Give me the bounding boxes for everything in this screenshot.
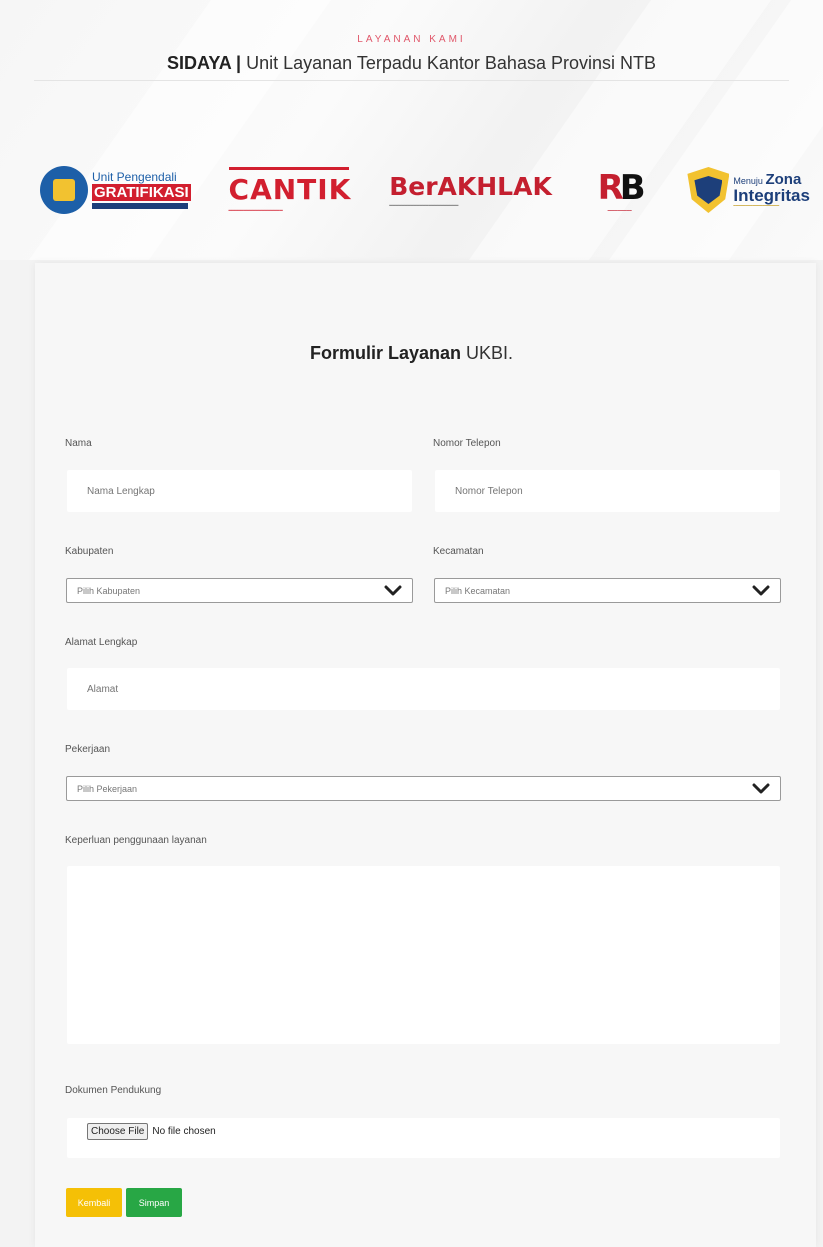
logo-gratifikasi-line2: GRATIFIKASI [92,184,191,201]
logo-gratifikasi-line1: Unit Pengendali [92,170,177,184]
kabupaten-selected: Pilih Kabupaten [77,585,141,596]
file-status: No file chosen [152,1125,216,1137]
logo-strip: Unit Pengendali GRATIFIKASI CANTIK ━━━━━… [40,155,810,225]
keperluan-textarea[interactable] [67,866,780,1044]
kabupaten-label: Kabupaten [65,546,114,557]
kecamatan-select[interactable]: Pilih Kecamatan [434,578,781,603]
logo-zona-integritas: Menuju Zona Integritas ━━━━━━━━━━━━━━━━━… [687,167,810,213]
alamat-label: Alamat Lengkap [65,637,138,648]
logo-rb-tagline: ━━━━━━━━━━ [607,207,632,213]
telepon-input[interactable] [435,470,780,512]
logo-cantik-bar [228,166,349,170]
shield-icon [687,167,730,213]
chevron-down-icon [384,585,402,596]
kecamatan-selected: Pilih Kecamatan [445,585,511,596]
logo-gratifikasi: Unit Pengendali GRATIFIKASI [40,166,191,214]
logo-gratifikasi-bar [92,203,188,209]
pekerjaan-select[interactable]: Pilih Pekerjaan [66,776,781,801]
site-title: SIDAYA | Unit Layanan Terpadu Kantor Bah… [0,53,823,74]
logo-berakhlak-tagline: ━━━━━━━━━━━━━━━━━━━━━━━ [389,202,459,209]
form-card [35,263,816,1247]
keperluan-label: Keperluan penggunaan layanan [65,835,207,846]
save-button[interactable]: Simpan [126,1188,182,1217]
section-eyebrow: LAYANAN KAMI [357,34,466,45]
kecamatan-label: Kecamatan [433,546,484,557]
site-title-rest: Unit Layanan Terpadu Kantor Bahasa Provi… [241,53,656,73]
logo-berakhlak: BerAKHLAK ━━━━━━━━━━━━━━━━━━━━━━━ [389,172,552,209]
nama-input[interactable] [67,470,412,512]
dokumen-label: Dokumen Pendukung [65,1085,162,1096]
nama-label: Nama [65,438,92,449]
logo-cantik-text: CANTIK [228,172,352,206]
choose-file-button[interactable]: Choose File [87,1122,149,1140]
dokumen-file-field: Choose File No file chosen [67,1118,780,1158]
back-button[interactable]: Kembali [66,1188,122,1217]
logo-reformasi-birokrasi: RB ━━━━━━━━━━ [590,165,650,215]
pekerjaan-label: Pekerjaan [65,744,111,755]
alamat-input[interactable] [67,668,780,710]
kabupaten-select[interactable]: Pilih Kabupaten [66,578,413,603]
logo-cantik-tagline: ━━━━━━━━━━━━━━━━━━ [228,207,283,214]
header-divider [34,80,789,81]
chevron-down-icon [752,585,770,596]
form-title: Formulir Layanan UKBI. [309,343,514,363]
site-title-bold: SIDAYA | [167,53,242,73]
logo-zona-line2: Integritas [733,186,810,205]
chevron-down-icon [752,783,770,794]
pekerjaan-selected: Pilih Pekerjaan [77,783,138,794]
logo-rb-text: RB [597,167,646,208]
telepon-label: Nomor Telepon [433,438,501,449]
page-header: LAYANAN KAMI SIDAYA | Unit Layanan Terpa… [0,0,823,74]
logo-zona-line1: Menuju Zona [733,171,802,188]
logo-berakhlak-text: BerAKHLAK [389,171,552,201]
kemendikbud-emblem-icon [40,166,88,214]
logo-cantik: CANTIK ━━━━━━━━━━━━━━━━━━ [228,166,352,214]
